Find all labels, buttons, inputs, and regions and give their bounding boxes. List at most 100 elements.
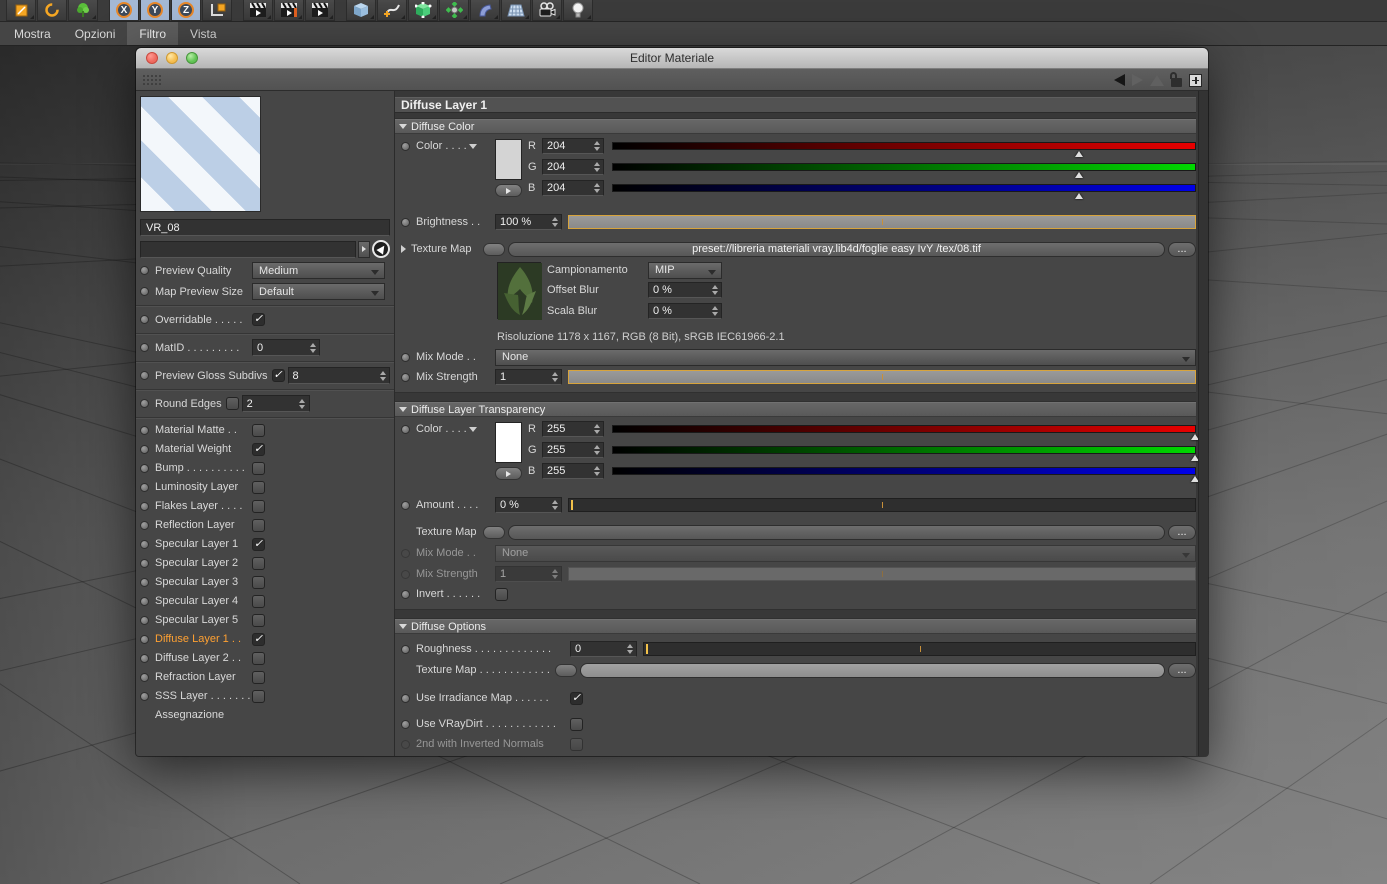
layer-checkbox[interactable]: ✓ xyxy=(252,632,265,646)
gloss-subdivs-checkbox[interactable]: ✓ xyxy=(271,369,285,382)
anim-dot[interactable] xyxy=(140,343,149,352)
expand-button[interactable] xyxy=(358,240,370,258)
layer-checkbox[interactable] xyxy=(252,423,265,437)
round-edges-checkbox[interactable] xyxy=(225,397,239,410)
anim-dot[interactable] xyxy=(140,596,149,606)
stepper-control[interactable] xyxy=(592,466,601,476)
g-value-field[interactable]: 204 xyxy=(542,159,604,175)
anim-dot[interactable] xyxy=(401,352,410,362)
stepper-control[interactable] xyxy=(550,217,559,227)
mix-strength-field[interactable]: 1 xyxy=(495,369,562,385)
anim-dot[interactable] xyxy=(140,444,149,454)
texture-expand-button[interactable] xyxy=(483,242,505,256)
round-edges-field[interactable]: 2 xyxy=(241,395,310,412)
menu-mostra[interactable]: Mostra xyxy=(2,22,63,45)
g-value-field[interactable]: 255 xyxy=(542,442,604,458)
anim-dot[interactable] xyxy=(140,672,149,682)
coordinate-system-button[interactable] xyxy=(202,0,232,21)
diffuse-color-section-header[interactable]: Diffuse Color xyxy=(395,119,1196,134)
lock-icon[interactable] xyxy=(1170,71,1182,87)
amount-slider[interactable] xyxy=(568,498,1196,512)
use-vraydirt-checkbox[interactable] xyxy=(570,717,583,731)
rotate-tool-button[interactable] xyxy=(37,0,67,21)
anim-dot[interactable] xyxy=(140,501,149,511)
drag-grip-icon[interactable] xyxy=(142,74,162,87)
anim-dot[interactable] xyxy=(401,589,410,599)
render-active-button[interactable] xyxy=(274,0,304,21)
anim-dot[interactable] xyxy=(401,141,410,151)
window-titlebar[interactable]: Editor Materiale xyxy=(136,48,1208,69)
anim-dot[interactable] xyxy=(140,577,149,587)
light-button[interactable] xyxy=(563,0,593,21)
amount-field[interactable]: 0 % xyxy=(495,497,562,513)
render-view-button[interactable] xyxy=(243,0,273,21)
camera-button[interactable] xyxy=(532,0,562,21)
zoom-button[interactable] xyxy=(186,52,198,64)
axis-y-button[interactable]: Y xyxy=(140,0,170,21)
r-value-field[interactable]: 204 xyxy=(542,138,604,154)
stepper-control[interactable] xyxy=(592,162,601,172)
color-expand-button[interactable] xyxy=(495,184,522,197)
add-cube-button[interactable] xyxy=(346,0,376,21)
subdivision-surface-button[interactable] xyxy=(408,0,438,21)
layer-label-selected[interactable]: Diffuse Layer 1 . . xyxy=(155,633,252,645)
gloss-subdivs-field[interactable]: 8 xyxy=(287,367,390,384)
texture-expand-button[interactable] xyxy=(555,663,577,677)
stepper-control[interactable] xyxy=(592,424,601,434)
layer-checkbox[interactable] xyxy=(252,575,265,589)
campionamento-dropdown[interactable]: MIP xyxy=(648,261,722,279)
use-irradiance-checkbox[interactable]: ✓ xyxy=(570,691,583,705)
options-section-header[interactable]: Diffuse Options xyxy=(395,619,1196,634)
layer-checkbox[interactable] xyxy=(252,461,265,475)
r-gradient-slider[interactable] xyxy=(612,425,1199,440)
layer-label[interactable]: Specular Layer 4 xyxy=(155,595,252,607)
scala-blur-field[interactable]: 0 % xyxy=(648,303,722,319)
r-value-field[interactable]: 255 xyxy=(542,421,604,437)
texture-browse-button[interactable]: ... xyxy=(1168,662,1196,678)
floor-button[interactable] xyxy=(501,0,531,21)
layer-label[interactable]: SSS Layer . . . . . . . xyxy=(155,690,252,702)
anim-dot[interactable] xyxy=(140,287,149,296)
layer-checkbox[interactable] xyxy=(252,518,265,532)
anim-dot[interactable] xyxy=(401,217,410,227)
material-preview[interactable] xyxy=(140,96,261,212)
scale-tool-button[interactable] xyxy=(6,0,36,21)
offset-blur-field[interactable]: 0 % xyxy=(648,282,722,298)
b-gradient-slider[interactable] xyxy=(612,467,1199,482)
anim-dot[interactable] xyxy=(140,266,149,275)
assegnazione-label[interactable]: Assegnazione xyxy=(140,709,390,721)
layer-checkbox[interactable] xyxy=(252,499,265,513)
layer-label[interactable]: Reflection Layer xyxy=(155,519,252,531)
stepper-control[interactable] xyxy=(592,445,601,455)
texture-path-field[interactable] xyxy=(580,662,1165,678)
anim-dot[interactable] xyxy=(140,558,149,568)
minimize-button[interactable] xyxy=(166,52,178,64)
layer-label[interactable]: Flakes Layer . . . . xyxy=(155,500,252,512)
layer-checkbox[interactable] xyxy=(252,613,265,627)
anim-dot[interactable] xyxy=(140,539,149,549)
anim-dot[interactable] xyxy=(140,634,149,644)
menu-filtro[interactable]: Filtro xyxy=(127,22,179,45)
layer-label[interactable]: Bump . . . . . . . . . . xyxy=(155,462,252,474)
shader-link-field[interactable] xyxy=(140,240,356,258)
stepper-control[interactable] xyxy=(550,372,559,382)
layer-checkbox[interactable]: ✓ xyxy=(252,442,265,456)
matid-field[interactable]: 0 xyxy=(252,339,320,356)
color-mode-chevron-icon[interactable] xyxy=(468,426,477,432)
new-window-icon[interactable] xyxy=(1189,73,1202,87)
brightness-field[interactable]: 100 % xyxy=(495,214,562,230)
layer-checkbox[interactable] xyxy=(252,556,265,570)
menu-vista[interactable]: Vista xyxy=(178,22,228,45)
axis-z-button[interactable]: Z xyxy=(171,0,201,21)
anim-dot[interactable] xyxy=(140,371,149,380)
anim-dot[interactable] xyxy=(140,315,149,324)
layer-label[interactable]: Specular Layer 2 xyxy=(155,557,252,569)
b-value-field[interactable]: 204 xyxy=(542,180,604,196)
overridable-checkbox[interactable]: ✓ xyxy=(252,313,265,326)
stepper-control[interactable] xyxy=(308,342,317,353)
anim-dot[interactable] xyxy=(140,463,149,473)
r-gradient-slider[interactable] xyxy=(612,142,1196,157)
layer-label[interactable]: Specular Layer 3 xyxy=(155,576,252,588)
anim-dot[interactable] xyxy=(140,482,149,492)
layer-checkbox[interactable] xyxy=(252,689,265,703)
